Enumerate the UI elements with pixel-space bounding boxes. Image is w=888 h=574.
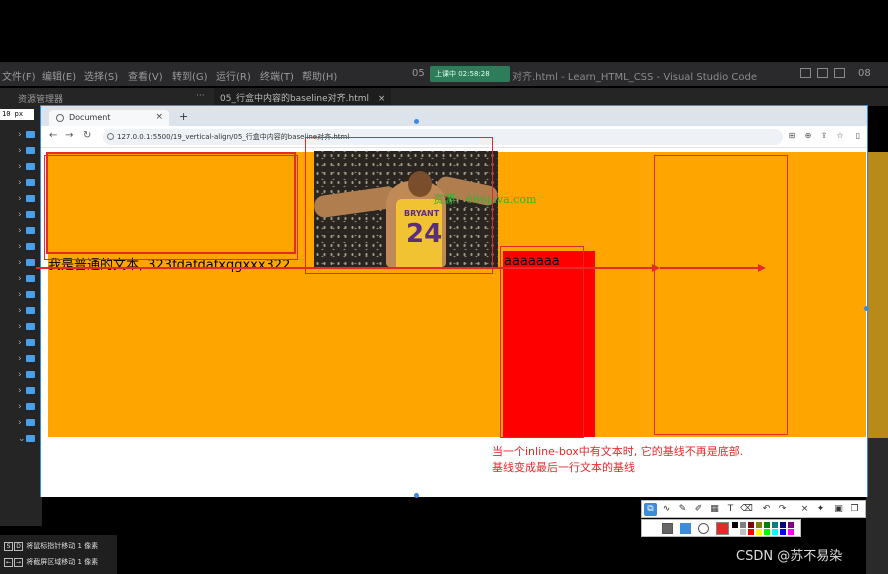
eraser-icon[interactable]: ⌫ [740,503,753,516]
selection-handle[interactable] [414,119,419,124]
polyline-icon[interactable]: ∿ [660,503,673,516]
color-swatch[interactable] [788,522,794,528]
hint-text-2: 将截屏区域移动 1 像素 [26,558,99,566]
hint-text-1: 将鼠标指针移动 1 像素 [26,542,99,550]
rectangle-option-icon[interactable] [680,523,691,534]
screenshot-toolbar: ⧉ ∿ ✎ ✐ ▦ T ⌫ ↶ ↷ × ✦ ▣ ❐ [641,500,866,518]
current-color-swatch[interactable] [716,522,729,535]
color-swatch[interactable] [748,529,754,535]
color-swatch[interactable] [740,522,746,528]
key-right: → [14,558,23,567]
hint-row-2: ← → 将截屏区域移动 1 像素 [4,557,98,567]
selection-handle[interactable] [414,493,419,498]
marker-icon[interactable]: ✐ [692,503,705,516]
csdn-credit: CSDN @苏不易染 [736,549,843,564]
color-swatch[interactable] [788,529,794,535]
redo-icon[interactable]: ↷ [776,503,789,516]
undo-icon[interactable]: ↶ [760,503,773,516]
annotation-note: 当一个inline-box中有文本时, 它的基线不再是底部. 基线变成最后一行文… [492,444,743,476]
color-swatch[interactable] [780,522,786,528]
key-d: D [14,542,23,551]
ellipse-option-icon[interactable] [698,523,709,534]
hint-row-1: SD 将鼠标指针移动 1 像素 [4,541,98,551]
color-swatch[interactable] [740,529,746,535]
annotation-line-2: 基线变成最后一行文本的基线 [492,461,635,474]
keyboard-hint-box: SD 将鼠标指针移动 1 像素 ← → 将截屏区域移动 1 像素 [0,535,117,574]
screenshot-options [641,519,801,537]
color-swatch[interactable] [764,522,770,528]
copy-icon[interactable]: ❐ [848,503,861,516]
mosaic-icon[interactable]: ▦ [708,503,721,516]
key-left: ← [4,558,13,567]
annotation-line-1: 当一个inline-box中有文本时, 它的基线不再是底部. [492,445,744,458]
screenshot-root: 文件(F) 编辑(E) 选择(S) 查看(V) 转到(G) 运行(R) 终端(T… [0,0,888,574]
key-s: S [4,542,13,551]
save-icon[interactable]: ▣ [832,503,845,516]
color-swatch[interactable] [764,529,770,535]
color-swatch[interactable] [756,522,762,528]
color-swatch[interactable] [772,522,778,528]
text-tool-icon[interactable]: T [724,503,737,516]
selection-handle[interactable] [864,306,869,311]
color-swatch[interactable] [780,529,786,535]
baseline-arrowhead [652,264,660,272]
fill-option-icon[interactable] [662,523,673,534]
pin-select-icon[interactable]: ⧉ [644,503,657,516]
color-swatch[interactable] [772,529,778,535]
baseline-arrowhead-ext [758,264,766,272]
color-swatch[interactable] [732,522,738,528]
color-swatch[interactable] [756,529,762,535]
close-icon[interactable]: × [798,503,811,516]
color-swatch[interactable] [748,522,754,528]
pen-icon[interactable]: ✎ [676,503,689,516]
baseline-arrow-layer [36,264,766,272]
pin-icon[interactable]: ✦ [814,503,827,516]
color-swatch[interactable] [732,529,738,535]
